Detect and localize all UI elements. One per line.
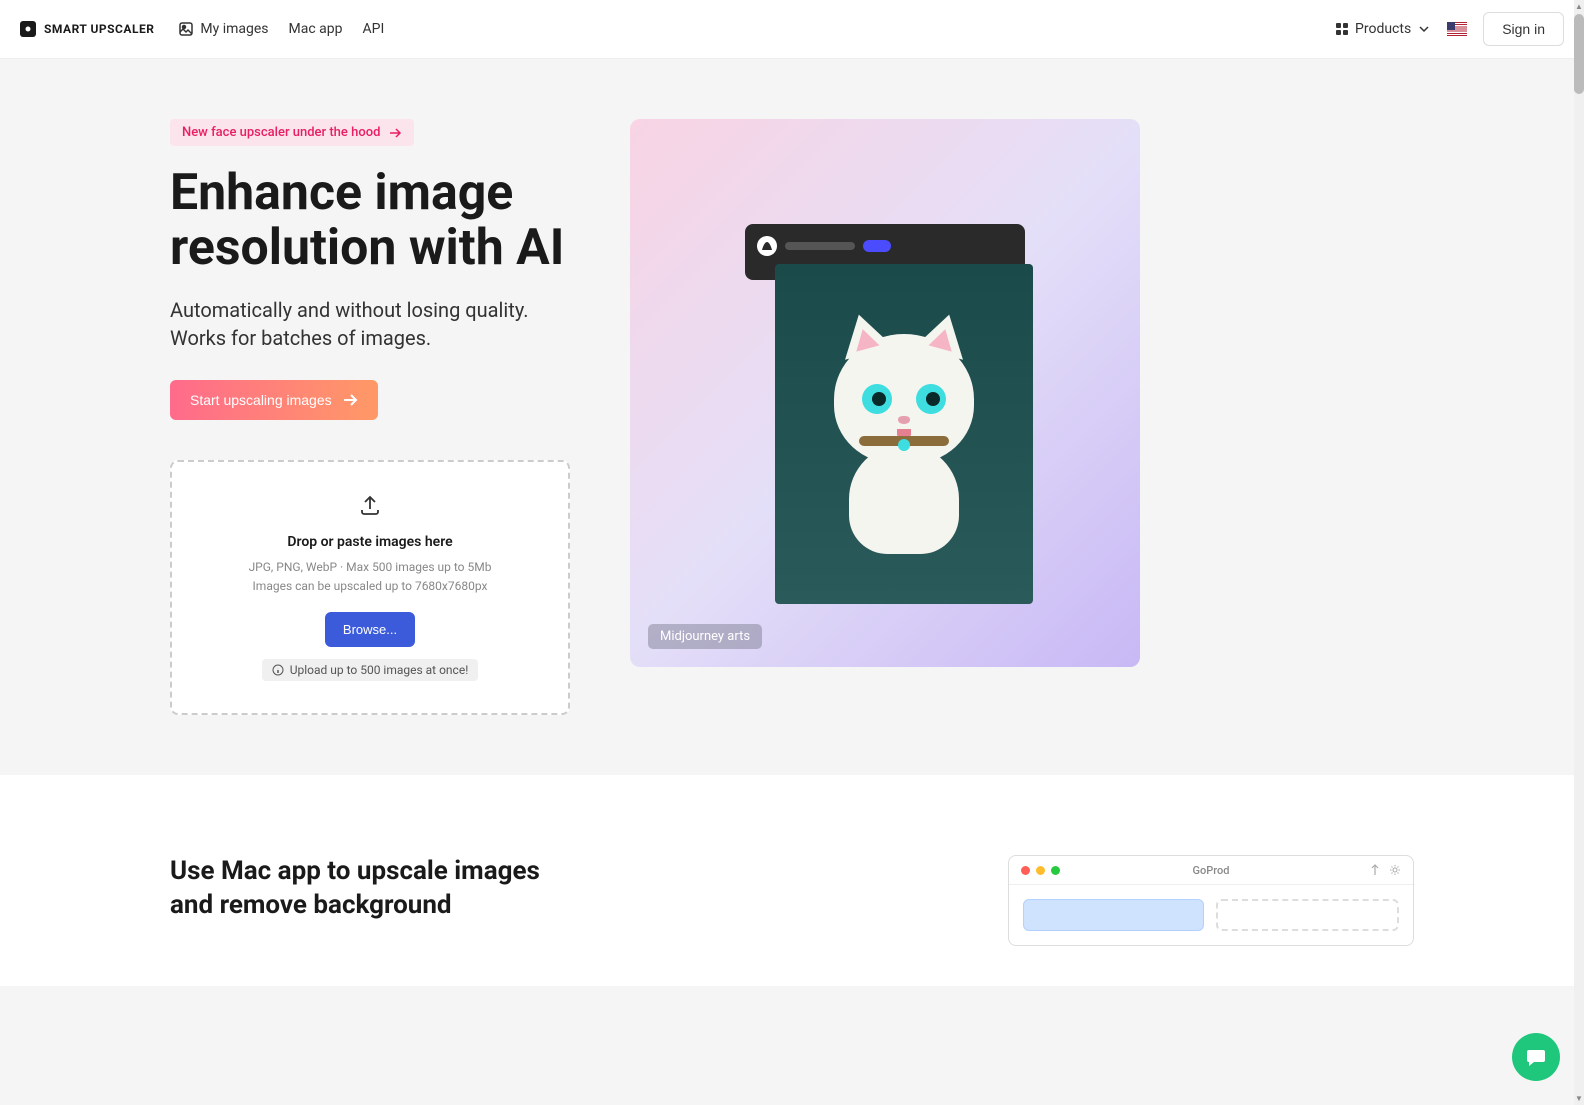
signin-button[interactable]: Sign in xyxy=(1483,12,1564,46)
arrow-right-icon xyxy=(342,392,358,408)
chevron-down-icon xyxy=(1417,22,1431,36)
dropzone-title: Drop or paste images here xyxy=(204,534,536,550)
logo[interactable]: SMART UPSCALER xyxy=(20,21,154,37)
nav-label: My images xyxy=(200,21,268,37)
start-upscaling-button[interactable]: Start upscaling images xyxy=(170,380,378,420)
scroll-up-arrow[interactable]: ▲ xyxy=(1575,2,1583,11)
language-flag-us[interactable] xyxy=(1447,22,1467,36)
badge-text: New face upscaler under the hood xyxy=(182,125,380,140)
upload-icon xyxy=(358,494,382,518)
nav-my-images[interactable]: My images xyxy=(178,21,268,37)
dropzone-subtitle-1: JPG, PNG, WebP · Max 500 images up to 5M… xyxy=(204,558,536,577)
mac-panel-active xyxy=(1023,899,1204,931)
products-dropdown[interactable]: Products xyxy=(1335,21,1431,37)
nav-label: API xyxy=(363,21,385,37)
dropzone-tip: Upload up to 500 images at once! xyxy=(262,659,479,681)
scroll-down-arrow[interactable]: ▼ xyxy=(1575,1094,1583,1103)
scrollbar-thumb[interactable] xyxy=(1574,14,1584,94)
mac-titlebar: GoProd xyxy=(1009,856,1413,885)
close-dot xyxy=(1021,866,1030,875)
image-icon xyxy=(178,21,194,37)
header: SMART UPSCALER My images Mac app API Pro… xyxy=(0,0,1584,59)
nav-label: Mac app xyxy=(289,21,343,37)
browse-button[interactable]: Browse... xyxy=(325,612,415,647)
hero-section: New face upscaler under the hood Enhance… xyxy=(0,59,1584,775)
mac-section-title: Use Mac app to upscale images and remove… xyxy=(170,855,570,923)
chat-icon xyxy=(1525,1046,1547,1068)
pin-icon xyxy=(1369,864,1381,876)
hero-left: New face upscaler under the hood Enhance… xyxy=(170,119,570,715)
hero-title: Enhance image resolution with AI xyxy=(170,166,570,276)
nav-links: My images Mac app API xyxy=(178,21,384,37)
placeholder-button xyxy=(863,240,891,252)
chat-support-button[interactable] xyxy=(1512,1033,1560,1081)
scrollbar[interactable]: ▲ ▼ xyxy=(1574,0,1584,1105)
grid-icon xyxy=(1335,22,1349,36)
upload-dropzone[interactable]: Drop or paste images here JPG, PNG, WebP… xyxy=(170,460,570,715)
showcase-header xyxy=(757,236,1013,256)
button-label: Start upscaling images xyxy=(190,392,332,408)
window-controls xyxy=(1021,866,1060,875)
mac-section: Use Mac app to upscale images and remove… xyxy=(0,775,1584,986)
hero-right: Midjourney arts xyxy=(630,119,1140,667)
mac-app-window: GoProd xyxy=(1008,855,1414,946)
minimize-dot xyxy=(1036,866,1045,875)
nav-mac-app[interactable]: Mac app xyxy=(289,21,343,37)
mac-panel-dropzone xyxy=(1216,899,1399,931)
products-label: Products xyxy=(1355,21,1411,37)
tip-text: Upload up to 500 images at once! xyxy=(290,663,469,677)
info-icon xyxy=(272,664,284,676)
new-feature-badge[interactable]: New face upscaler under the hood xyxy=(170,119,414,146)
logo-text: SMART UPSCALER xyxy=(44,22,154,36)
showcase-image xyxy=(775,264,1033,604)
dropzone-subtitle-2: Images can be upscaled up to 7680x7680px xyxy=(204,577,536,596)
arrow-right-icon xyxy=(388,126,402,140)
header-left: SMART UPSCALER My images Mac app API xyxy=(20,21,384,37)
showcase-window xyxy=(745,224,1025,280)
maximize-dot xyxy=(1051,866,1060,875)
nav-api[interactable]: API xyxy=(363,21,385,37)
showcase-card: Midjourney arts xyxy=(630,119,1140,667)
gear-icon xyxy=(1389,864,1401,876)
mac-window-title: GoProd xyxy=(1193,864,1230,877)
mac-window-actions xyxy=(1369,864,1401,876)
showcase-tag: Midjourney arts xyxy=(648,624,762,649)
mac-window-body xyxy=(1009,885,1413,945)
header-right: Products Sign in xyxy=(1335,12,1564,46)
placeholder-bar xyxy=(785,242,855,250)
cat-illustration xyxy=(814,334,994,554)
hero-description: Automatically and without losing quality… xyxy=(170,296,570,352)
logo-icon xyxy=(20,21,36,37)
midjourney-icon xyxy=(757,236,777,256)
